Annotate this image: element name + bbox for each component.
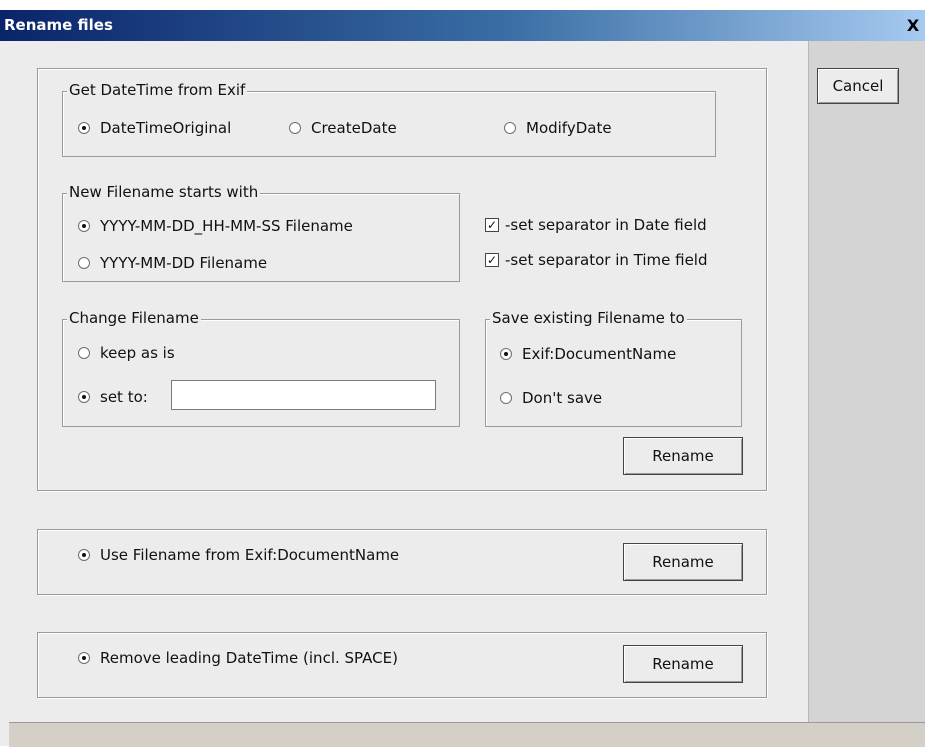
radio-createdate[interactable]: CreateDate — [289, 119, 397, 137]
radio-dont-save-label: Don't save — [522, 389, 603, 407]
change-filename-group: Change Filename — [62, 309, 460, 427]
radio-selected-indicator[interactable] — [500, 348, 512, 360]
right-panel — [808, 41, 925, 722]
radio-datetime-filename[interactable]: YYYY-MM-DD_HH-MM-SS Filename — [78, 217, 353, 235]
radio-remove-datetime-label: Remove leading DateTime (incl. SPACE) — [100, 649, 398, 667]
checkbox-time-separator[interactable]: ✓ -set separator in Time field — [485, 251, 708, 269]
radio-indicator[interactable] — [289, 122, 301, 134]
check-icon[interactable]: ✓ — [485, 218, 499, 232]
radio-datetimeoriginal-label: DateTimeOriginal — [100, 119, 232, 137]
rename-button-documentname[interactable]: Rename — [623, 543, 743, 581]
radio-date-filename-label: YYYY-MM-DD Filename — [100, 254, 268, 272]
status-bar — [9, 722, 925, 747]
radio-selected-indicator[interactable] — [78, 122, 90, 134]
datetime-source-legend: Get DateTime from Exif — [67, 81, 248, 99]
radio-indicator[interactable] — [78, 347, 90, 359]
radio-createdate-label: CreateDate — [311, 119, 397, 137]
radio-selected-indicator[interactable] — [78, 652, 90, 664]
radio-indicator[interactable] — [78, 257, 90, 269]
radio-use-documentname-label: Use Filename from Exif:DocumentName — [100, 546, 400, 564]
radio-set-to[interactable]: set to: — [78, 388, 148, 406]
radio-keep-as-is[interactable]: keep as is — [78, 344, 175, 362]
cancel-button[interactable]: Cancel — [817, 68, 899, 104]
radio-dont-save[interactable]: Don't save — [500, 389, 602, 407]
radio-date-filename[interactable]: YYYY-MM-DD Filename — [78, 254, 267, 272]
radio-datetimeoriginal[interactable]: DateTimeOriginal — [78, 119, 231, 137]
save-existing-legend: Save existing Filename to — [490, 309, 687, 327]
rename-button-remove-datetime[interactable]: Rename — [623, 645, 743, 683]
radio-exif-documentname-label: Exif:DocumentName — [522, 345, 677, 363]
change-filename-legend: Change Filename — [67, 309, 201, 327]
radio-indicator[interactable] — [504, 122, 516, 134]
checkbox-date-separator-label: -set separator in Date field — [505, 216, 707, 234]
check-icon[interactable]: ✓ — [485, 253, 499, 267]
radio-indicator[interactable] — [500, 392, 512, 404]
radio-keep-as-is-label: keep as is — [100, 344, 175, 362]
title-bar[interactable] — [0, 10, 925, 41]
radio-selected-indicator[interactable] — [78, 220, 90, 232]
radio-exif-documentname[interactable]: Exif:DocumentName — [500, 345, 676, 363]
radio-modifydate[interactable]: ModifyDate — [504, 119, 612, 137]
radio-datetime-filename-label: YYYY-MM-DD_HH-MM-SS Filename — [100, 217, 353, 235]
rename-button-main[interactable]: Rename — [623, 437, 743, 475]
radio-use-documentname[interactable]: Use Filename from Exif:DocumentName — [78, 546, 399, 564]
radio-modifydate-label: ModifyDate — [526, 119, 612, 137]
radio-set-to-label: set to: — [100, 388, 148, 406]
checkbox-time-separator-label: -set separator in Time field — [505, 251, 708, 269]
radio-remove-datetime[interactable]: Remove leading DateTime (incl. SPACE) — [78, 649, 398, 667]
radio-selected-indicator[interactable] — [78, 549, 90, 561]
set-to-filename-input[interactable] — [171, 380, 436, 410]
close-button[interactable]: X — [903, 16, 923, 36]
checkbox-date-separator[interactable]: ✓ -set separator in Date field — [485, 216, 707, 234]
radio-selected-indicator[interactable] — [78, 391, 90, 403]
window-title: Rename files — [4, 16, 113, 34]
save-existing-group: Save existing Filename to — [485, 309, 742, 427]
filename-start-legend: New Filename starts with — [67, 183, 261, 201]
